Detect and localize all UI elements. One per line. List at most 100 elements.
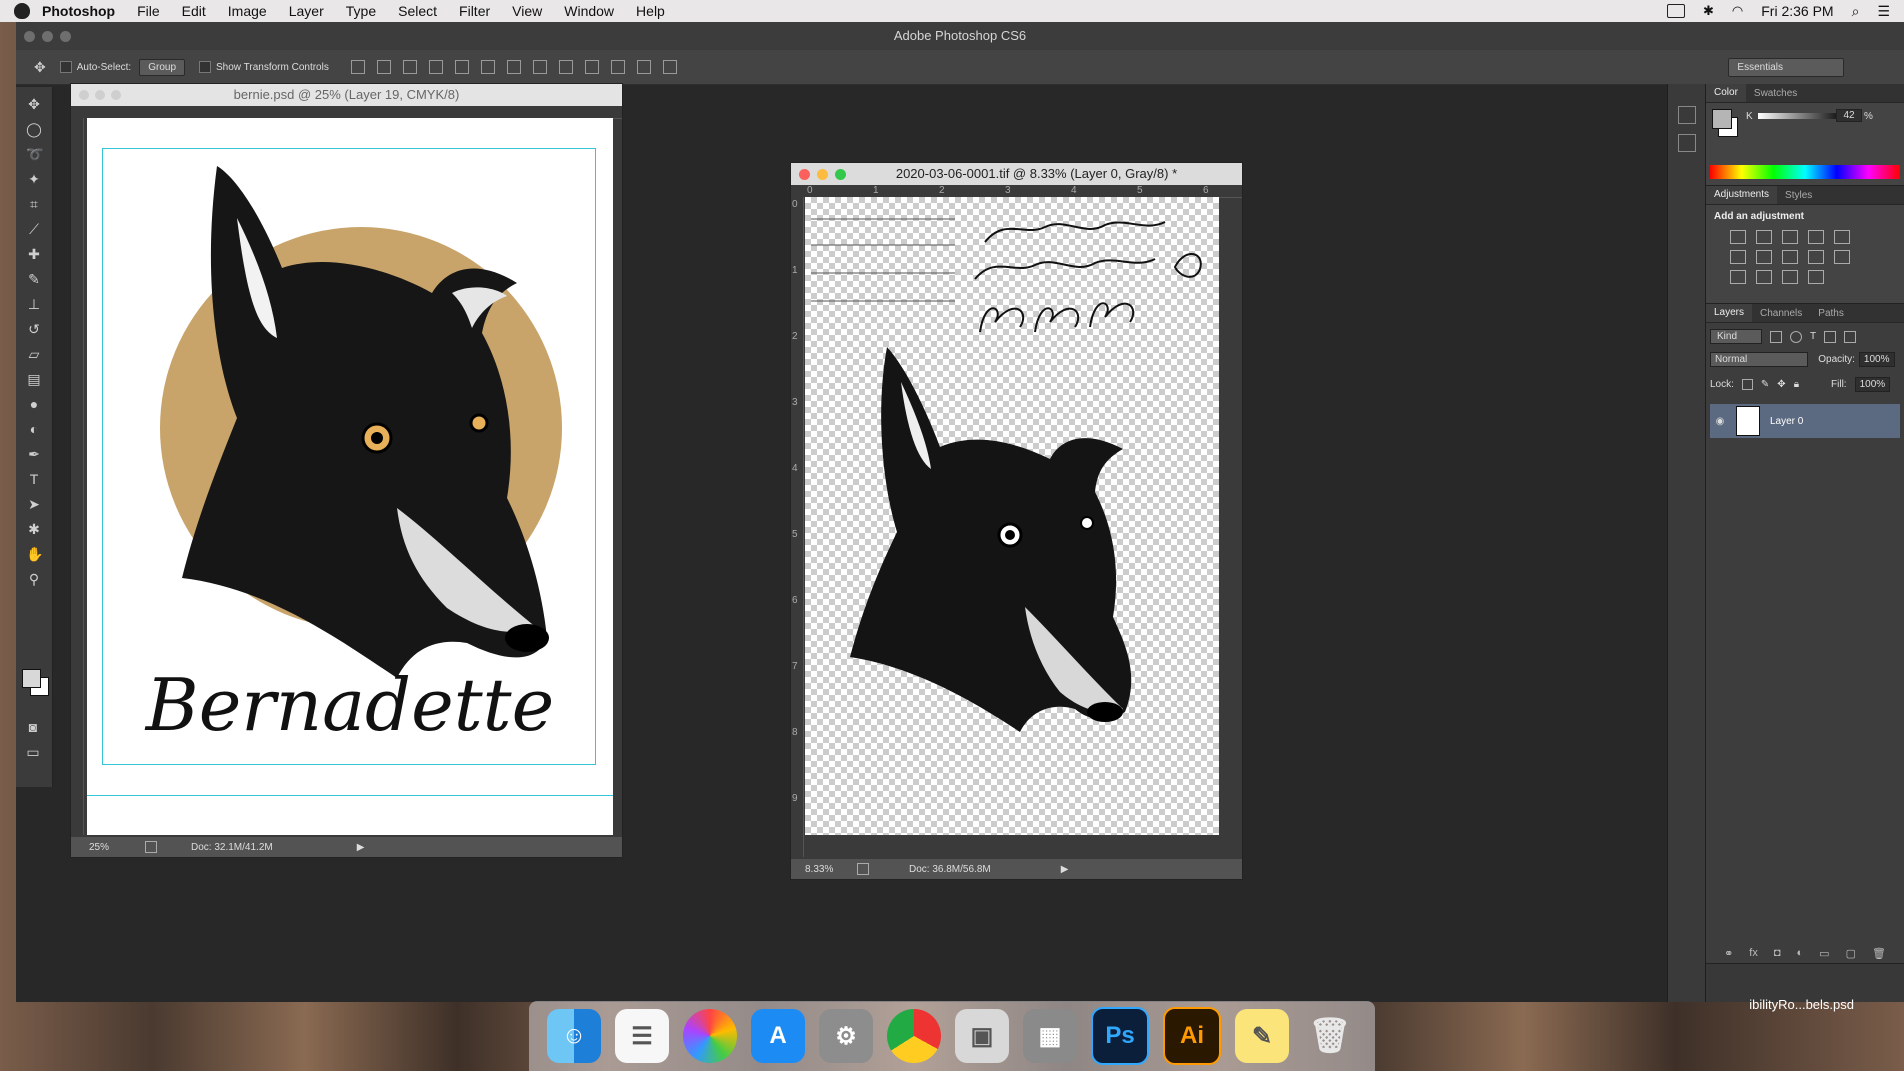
tab-styles[interactable]: Styles (1777, 190, 1820, 201)
minimize-button[interactable] (42, 31, 53, 42)
screen-mode-icon[interactable]: ▭ (25, 744, 41, 760)
align-bottom-icon[interactable] (402, 60, 417, 74)
filter-pixel-icon[interactable] (1770, 330, 1783, 343)
hand-tool-icon[interactable]: ✋ (26, 546, 43, 562)
photoshop-dock-icon[interactable]: Ps (1091, 1007, 1149, 1065)
tab-layers[interactable]: Layers (1706, 304, 1753, 322)
align-left-icon[interactable] (428, 60, 443, 74)
illustrator-dock-icon[interactable]: Ai (1163, 1007, 1221, 1065)
exposure-icon[interactable] (1808, 230, 1824, 244)
distribute-left-icon[interactable] (584, 60, 599, 74)
pen-tool-icon[interactable]: ✒ (26, 446, 42, 462)
menu-image[interactable]: Image (228, 3, 267, 19)
move-tool-icon[interactable]: ✥ (26, 96, 42, 112)
distribute-vcenter-icon[interactable] (532, 60, 547, 74)
opacity-input[interactable]: 100% (1858, 352, 1895, 367)
menu-filter[interactable]: Filter (459, 3, 490, 19)
new-layer-icon[interactable]: ▢ (1846, 947, 1856, 960)
visibility-eye-icon[interactable]: ◉ (1710, 416, 1730, 427)
gradient-map-icon[interactable] (1808, 270, 1824, 284)
menu-layer[interactable]: Layer (289, 3, 324, 19)
menu-select[interactable]: Select (398, 3, 437, 19)
menu-file[interactable]: File (137, 3, 160, 19)
fill-input[interactable]: 100% (1854, 377, 1891, 392)
distribute-hcenter-icon[interactable] (610, 60, 625, 74)
doc-zoom-button[interactable] (835, 169, 846, 180)
blend-mode-dropdown[interactable]: Normal (1710, 352, 1809, 367)
layer-thumbnail[interactable] (1736, 406, 1760, 436)
doc-title-bar[interactable]: bernie.psd @ 25% (Layer 19, CMYK/8) (71, 84, 622, 106)
close-button[interactable] (24, 31, 35, 42)
hue-saturation-icon[interactable] (1730, 250, 1746, 264)
color-balance-icon[interactable] (1756, 250, 1772, 264)
color-spectrum[interactable] (1710, 165, 1900, 179)
display-icon[interactable] (1666, 4, 1685, 18)
doc-status-icon[interactable] (857, 863, 869, 875)
color-fg-swatch[interactable] (1712, 109, 1732, 129)
magic-wand-tool-icon[interactable]: ✦ (26, 171, 42, 187)
apple-icon[interactable] (14, 3, 30, 19)
menu-app-name[interactable]: Photoshop (42, 3, 115, 19)
delete-layer-icon[interactable]: 🗑︎ (1872, 947, 1886, 960)
auto-align-icon[interactable] (662, 60, 677, 74)
marquee-tool-icon[interactable]: ◯ (26, 121, 42, 137)
finder-icon[interactable]: ☺ (547, 1009, 601, 1063)
link-layers-icon[interactable]: ⚭ (1724, 947, 1733, 960)
history-brush-tool-icon[interactable]: ↺ (26, 321, 42, 337)
brush-tool-icon[interactable]: ✎ (26, 271, 42, 287)
photo-filter-icon[interactable] (1808, 250, 1824, 264)
new-group-icon[interactable]: ▭ (1819, 947, 1829, 960)
k-value-input[interactable]: 42 (1836, 109, 1862, 122)
zoom-button[interactable] (60, 31, 71, 42)
eyedropper-tool-icon[interactable]: ⟋ (26, 221, 42, 237)
workspace-dropdown[interactable]: Essentials (1728, 58, 1844, 77)
lock-position-icon[interactable]: ✥ (1777, 379, 1785, 390)
menu-help[interactable]: Help (636, 3, 665, 19)
fx-icon[interactable]: fx (1749, 947, 1758, 959)
doc-size[interactable]: Doc: 36.8M/56.8M (909, 864, 991, 875)
kind-dropdown[interactable]: Kind (1710, 329, 1763, 344)
threshold-icon[interactable] (1782, 270, 1798, 284)
status-arrow-icon[interactable]: ▶ (357, 842, 365, 853)
status-arrow-icon[interactable]: ▶ (1061, 864, 1069, 875)
zoom-level[interactable]: 25% (71, 842, 135, 853)
zoom-level[interactable]: 8.33% (791, 864, 851, 875)
layer-row[interactable]: ◉ Layer 0 (1710, 404, 1900, 438)
wifi-icon[interactable]: ◠ (1732, 3, 1743, 19)
tab-swatches[interactable]: Swatches (1746, 88, 1805, 99)
crop-tool-icon[interactable]: ⌗ (26, 196, 42, 212)
doc-status-icon[interactable] (145, 841, 157, 853)
add-mask-icon[interactable]: ◘ (1774, 947, 1781, 959)
align-top-icon[interactable] (350, 60, 365, 74)
menu-view[interactable]: View (512, 3, 542, 19)
levels-icon[interactable] (1756, 230, 1772, 244)
lock-all-icon[interactable]: 🔒︎ (1794, 379, 1799, 390)
canvas[interactable]: Bernadette (87, 118, 613, 835)
align-right-icon[interactable] (480, 60, 495, 74)
tab-channels[interactable]: Channels (1752, 308, 1810, 319)
clone-stamp-tool-icon[interactable]: ⊥ (26, 296, 42, 312)
canvas-transparent[interactable] (805, 197, 1219, 835)
trash-icon[interactable]: 🗑︎ (1303, 1009, 1357, 1063)
curves-icon[interactable] (1782, 230, 1798, 244)
doc-zoom-button[interactable] (111, 90, 121, 100)
type-tool-icon[interactable]: T (26, 471, 42, 487)
chrome-icon[interactable] (887, 1009, 941, 1063)
doc-size[interactable]: Doc: 32.1M/41.2M (191, 842, 273, 853)
quick-mask-icon[interactable]: ◙ (25, 719, 41, 735)
history-panel-icon[interactable] (1678, 106, 1696, 124)
clock[interactable]: Fri 2:36 PM (1761, 3, 1833, 19)
doc-close-button[interactable] (79, 90, 89, 100)
filter-adjustment-icon[interactable] (1790, 330, 1803, 343)
tab-paths[interactable]: Paths (1810, 308, 1852, 319)
tab-color[interactable]: Color (1706, 84, 1746, 102)
filter-type-icon[interactable]: T (1810, 331, 1816, 342)
bluetooth-icon[interactable]: ✱ (1703, 3, 1714, 19)
transform-controls-checkbox[interactable] (199, 61, 212, 73)
black-white-icon[interactable] (1782, 250, 1798, 264)
healing-brush-tool-icon[interactable]: ✚ (26, 246, 42, 262)
auto-select-dropdown[interactable]: Group (139, 58, 186, 76)
brightness-icon[interactable] (1730, 230, 1746, 244)
app-store-icon[interactable]: A (751, 1009, 805, 1063)
doc-minimize-button[interactable] (95, 90, 105, 100)
